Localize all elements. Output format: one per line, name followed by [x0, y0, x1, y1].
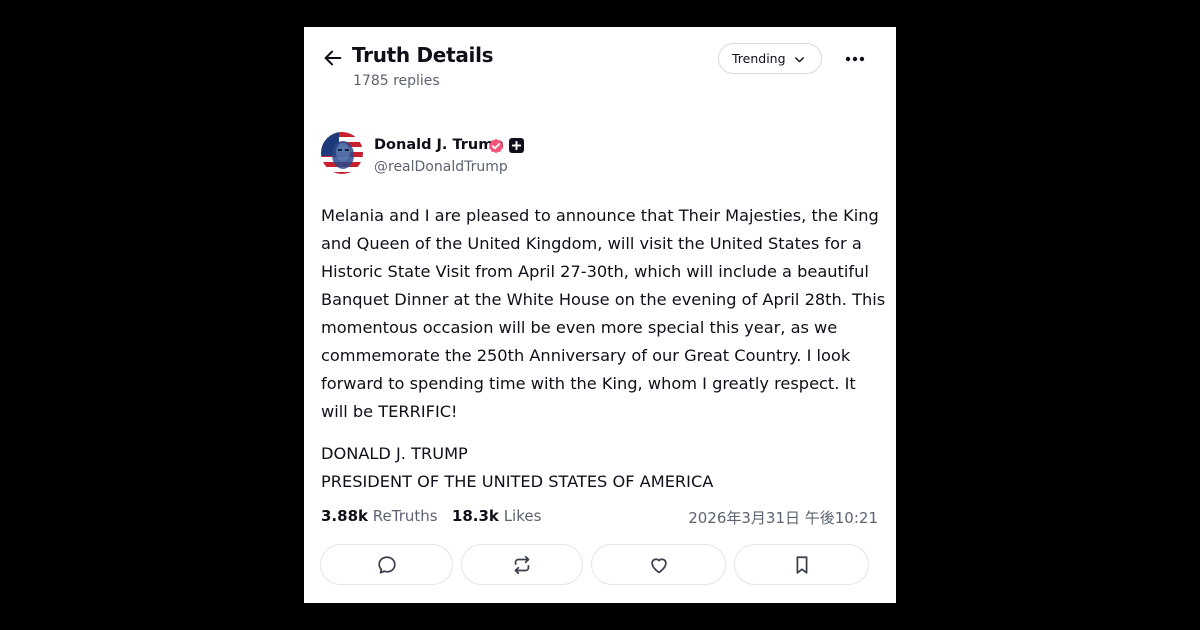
more-horizontal-icon[interactable]: [842, 49, 868, 69]
truth-details-card: Truth Details 1785 replies Trending Dona…: [304, 27, 896, 603]
avatar[interactable]: [321, 132, 363, 174]
reply-count: 1785 replies: [353, 73, 440, 89]
likes-count[interactable]: 18.3k: [452, 507, 499, 525]
post-stats: 3.88k ReTruths 18.3k Likes: [321, 507, 541, 525]
page-title: Truth Details: [352, 43, 494, 67]
repost-icon: [514, 555, 530, 574]
sort-dropdown[interactable]: Trending: [718, 43, 822, 74]
heart-icon: [650, 557, 667, 573]
chevron-down-icon: [795, 57, 804, 63]
sort-label: Trending: [732, 51, 786, 66]
post-timestamp: 2026年3月31日 午後10:21: [688, 509, 878, 527]
plus-badge-icon: [509, 138, 524, 153]
signature-line: DONALD J. TRUMP: [321, 444, 468, 463]
bookmark-icon: [796, 555, 807, 574]
verified-check-icon: [488, 138, 504, 154]
signature-line: PRESIDENT OF THE UNITED STATES OF AMERIC…: [321, 472, 714, 491]
reply-button[interactable]: [320, 544, 453, 585]
likes-label[interactable]: Likes: [504, 507, 542, 525]
retruths-count[interactable]: 3.88k: [321, 507, 368, 525]
bookmark-button[interactable]: [734, 544, 869, 585]
retruth-button[interactable]: [461, 544, 583, 585]
post-signature: DONALD J. TRUMP PRESIDENT OF THE UNITED …: [321, 440, 886, 496]
arrow-left-icon[interactable]: [322, 47, 344, 69]
author-handle[interactable]: @realDonaldTrump: [374, 159, 508, 175]
reply-bubble-icon: [377, 555, 396, 574]
like-button[interactable]: [591, 544, 726, 585]
post-text: Melania and I are pleased to announce th…: [321, 206, 886, 421]
page-header: Truth Details 1785 replies Trending: [304, 27, 896, 107]
author-name[interactable]: Donald J. Trump: [374, 137, 504, 153]
retruths-label[interactable]: ReTruths: [373, 507, 438, 525]
